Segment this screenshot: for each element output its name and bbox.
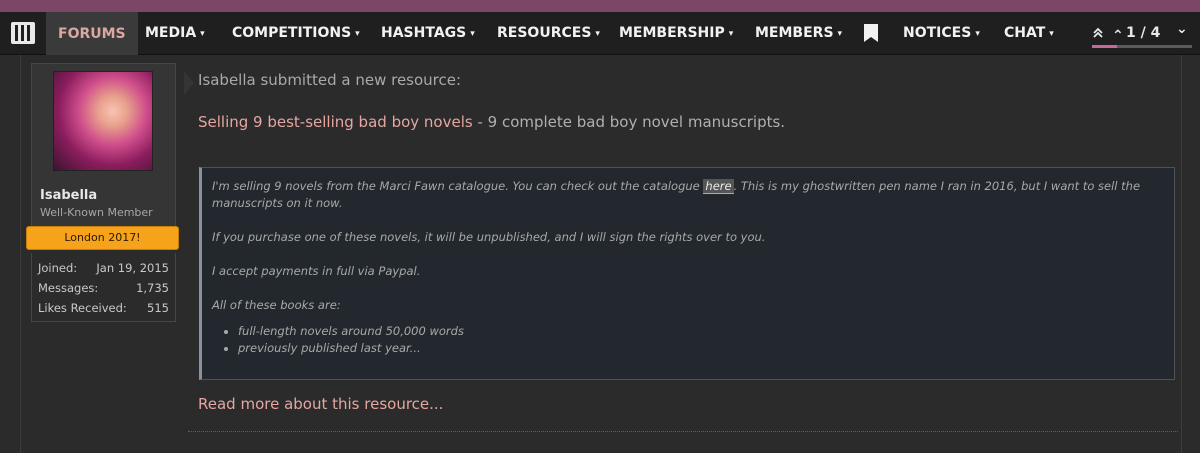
tab-resources-label: RESOURCES: [497, 25, 592, 41]
tab-hashtags[interactable]: HASHTAGS ▾: [381, 12, 475, 54]
tab-resources[interactable]: RESOURCES ▾: [497, 12, 600, 54]
username[interactable]: Isabella: [40, 188, 97, 203]
resource-description: - 9 complete bad boy novel manuscripts.: [472, 113, 786, 131]
stat-label: Likes Received:: [38, 301, 127, 315]
stat-value: Jan 19, 2015: [96, 261, 169, 275]
tab-notices-label: NOTICES: [903, 25, 972, 41]
top-accent-bar: [0, 0, 1200, 12]
stat-likes: Likes Received: 515: [38, 301, 169, 315]
quote-paragraph-4: All of these books are:: [212, 298, 341, 312]
tab-members[interactable]: MEMBERS ▾: [755, 12, 842, 54]
post-divider: [188, 431, 1178, 432]
caret-down-icon: ▾: [837, 29, 843, 39]
post-intro: Isabella submitted a new resource:: [198, 71, 462, 89]
tab-membership-label: MEMBERSHIP: [619, 25, 725, 41]
resource-quote: I'm selling 9 novels from the Marci Fawn…: [199, 167, 1175, 380]
caret-down-icon: ▾: [595, 29, 600, 39]
user-details: Isabella Well-Known Member: [31, 180, 176, 227]
pager-progress-bar: [1092, 45, 1192, 48]
quote-text: I'm selling 9 novels from the Marci Fawn…: [212, 179, 704, 193]
stat-label: Messages:: [38, 281, 99, 295]
stat-messages: Messages: 1,735: [38, 281, 169, 295]
caret-down-icon: ▾: [470, 29, 475, 39]
tab-membership[interactable]: MEMBERSHIP ▾: [619, 12, 733, 54]
stat-value: 515: [147, 301, 169, 315]
caret-down-icon: ▾: [355, 29, 360, 39]
tab-media[interactable]: MEDIA ▾: [145, 12, 205, 54]
list-item: previously published last year...: [238, 340, 464, 357]
quote-paragraph-1: I'm selling 9 novels from the Marci Fawn…: [212, 178, 1152, 212]
main-navigation: FORUMS MEDIA ▾ COMPETITIONS ▾ HASHTAGS ▾ RE…: [0, 10, 1200, 57]
tab-media-label: MEDIA: [145, 25, 197, 41]
resource-title: Selling 9 best-selling bad boy novels - …: [198, 113, 785, 131]
stat-value: 1,735: [136, 281, 169, 295]
chevron-up-icon[interactable]: ⌃: [1112, 15, 1124, 57]
bookmark-icon[interactable]: [864, 24, 878, 42]
user-title: Well-Known Member: [40, 206, 153, 219]
tab-members-label: MEMBERS: [755, 25, 834, 41]
caret-down-icon: ▾: [728, 29, 734, 39]
tab-competitions-label: COMPETITIONS: [232, 25, 352, 41]
book-features-list: full-length novels around 50,000 words p…: [212, 323, 464, 357]
user-info-panel: Isabella Well-Known Member London 2017! …: [26, 63, 194, 323]
avatar[interactable]: [53, 71, 153, 171]
tab-forums[interactable]: FORUMS: [46, 10, 138, 56]
caret-down-icon: ▾: [200, 29, 205, 39]
tab-notices[interactable]: NOTICES ▾: [903, 12, 980, 54]
caret-down-icon: ▾: [1049, 29, 1054, 39]
tab-forums-label: FORUMS: [58, 26, 126, 42]
tab-competitions[interactable]: COMPETITIONS ▾: [232, 12, 360, 54]
resource-link[interactable]: Selling 9 best-selling bad boy novels: [198, 113, 473, 131]
caret-down-icon: ▾: [975, 29, 980, 39]
chevron-down-icon[interactable]: ⌄: [1176, 8, 1188, 50]
equalizer-logo-icon[interactable]: [11, 22, 35, 44]
catalogue-link[interactable]: here: [703, 179, 734, 194]
stat-label: Joined:: [38, 261, 78, 275]
avatar-frame: [31, 63, 176, 181]
message-arrow: [184, 71, 194, 95]
stat-joined: Joined: Jan 19, 2015: [38, 261, 169, 275]
read-more-link[interactable]: Read more about this resource...: [198, 395, 443, 413]
user-banner: London 2017!: [26, 226, 179, 250]
quote-paragraph-2: If you purchase one of these novels, it …: [212, 230, 766, 244]
pager-progress-fill: [1092, 45, 1117, 48]
post-container: Isabella Well-Known Member London 2017! …: [20, 55, 1182, 453]
tab-hashtags-label: HASHTAGS: [381, 25, 467, 41]
quote-paragraph-3: I accept payments in full via Paypal.: [212, 264, 421, 278]
user-stats: Joined: Jan 19, 2015 Messages: 1,735 Likes…: [31, 253, 176, 322]
list-item: full-length novels around 50,000 words: [238, 323, 464, 340]
tab-chat-label: CHAT: [1004, 25, 1046, 41]
tab-chat[interactable]: CHAT ▾: [1004, 12, 1054, 54]
